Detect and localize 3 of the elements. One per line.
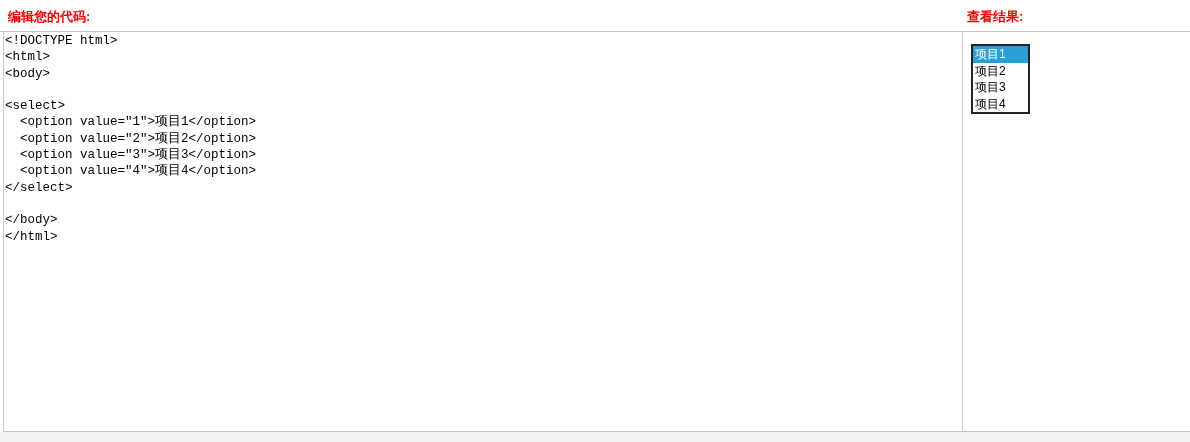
editor-heading: 编辑您的代码: — [8, 8, 91, 24]
result-heading: 查看结果: — [967, 8, 1024, 24]
select-listbox[interactable]: 项目1 项目2 项目3 项目4 — [971, 44, 1030, 114]
